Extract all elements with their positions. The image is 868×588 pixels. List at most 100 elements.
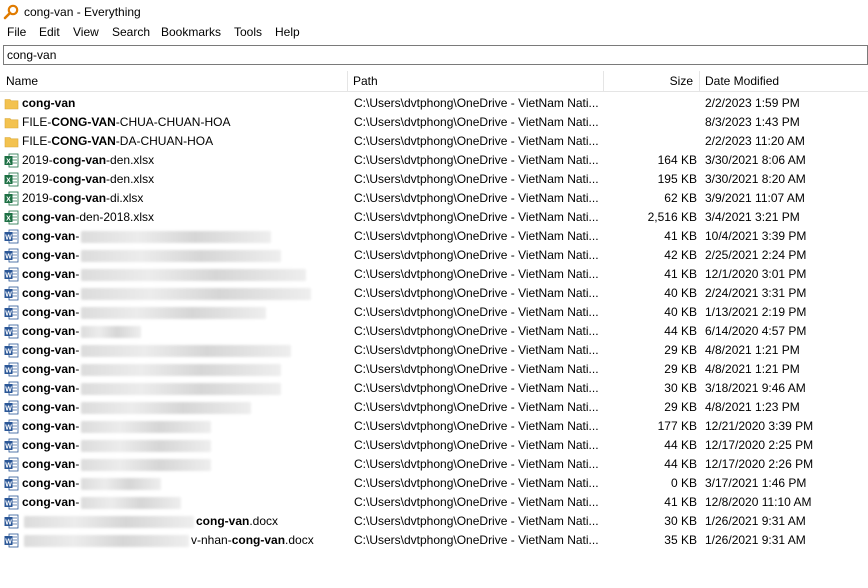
menu-bookmarks[interactable]: Bookmarks [160, 25, 222, 39]
result-row[interactable]: Wcong-van- C:\Users\dvtphong\OneDrive - V… [0, 398, 868, 417]
date-modified: 4/8/2021 1:23 PM [705, 400, 800, 414]
redacted-text [81, 439, 212, 452]
menu-search[interactable]: Search [111, 25, 151, 39]
folder-icon [4, 118, 19, 129]
svg-text:W: W [5, 538, 12, 545]
file-name-suffix: - [75, 229, 80, 243]
result-row[interactable]: Wcong-van- C:\Users\dvtphong\OneDrive - V… [0, 322, 868, 341]
result-row[interactable]: Wcong-van- C:\Users\dvtphong\OneDrive - V… [0, 417, 868, 436]
file-size: 30 KB [664, 381, 697, 395]
file-name-suffix: -DA-CHUAN-HOA [115, 134, 214, 148]
result-row[interactable]: FILE-CONG-VAN-CHUA-CHUAN-HOA C:\Users\dvt… [0, 113, 868, 132]
result-row[interactable]: Wcong-van- C:\Users\dvtphong\OneDrive - V… [0, 284, 868, 303]
result-row[interactable]: Xcong-van-den-2018.xlsx C:\Users\dvtphong… [0, 208, 868, 227]
column-size[interactable]: Size [604, 71, 693, 92]
file-path: C:\Users\dvtphong\OneDrive - VietNam Nat… [354, 210, 599, 224]
file-name-suffix: -den.xlsx [106, 172, 155, 186]
column-path[interactable]: Path [353, 71, 378, 92]
search-box[interactable] [3, 45, 868, 65]
result-row[interactable]: FILE-CONG-VAN-DA-CHUAN-HOA C:\Users\dvtph… [0, 132, 868, 151]
menu-help[interactable]: Help [274, 25, 301, 39]
file-path: C:\Users\dvtphong\OneDrive - VietNam Nat… [354, 324, 599, 338]
menu-bar: File Edit View Search Bookmarks Tools He… [0, 24, 868, 43]
menu-edit[interactable]: Edit [38, 25, 61, 39]
file-path: C:\Users\dvtphong\OneDrive - VietNam Nat… [354, 248, 599, 262]
column-divider[interactable] [699, 71, 700, 92]
file-name-prefix: 2019- [22, 153, 53, 167]
result-row[interactable]: Wcong-van.docx C:\Users\dvtphong\OneDrive… [0, 512, 868, 531]
result-row[interactable]: Wcong-van- C:\Users\dvtphong\OneDrive - V… [0, 474, 868, 493]
word-file-icon: W [4, 533, 19, 548]
file-name: cong-van- [22, 284, 347, 303]
svg-text:X: X [6, 196, 11, 203]
file-path: C:\Users\dvtphong\OneDrive - VietNam Nat… [354, 381, 599, 395]
file-name-prefix: 2019- [22, 191, 53, 205]
result-row[interactable]: Wcong-van- C:\Users\dvtphong\OneDrive - V… [0, 493, 868, 512]
result-row[interactable]: X 2019-cong-van-den.xlsx C:\Users\dvtphong… [0, 170, 868, 189]
redacted-text [81, 382, 282, 395]
file-path: C:\Users\dvtphong\OneDrive - VietNam Nat… [354, 438, 599, 452]
column-name[interactable]: Name [6, 71, 38, 92]
svg-text:W: W [5, 519, 12, 526]
word-file-icon: W [4, 324, 19, 339]
menu-view[interactable]: View [72, 25, 100, 39]
file-size: 62 KB [664, 191, 697, 205]
file-name: cong-van- [22, 379, 347, 398]
date-modified: 1/26/2021 9:31 AM [705, 533, 806, 547]
file-path: C:\Users\dvtphong\OneDrive - VietNam Nat… [354, 172, 599, 186]
folder-icon [4, 137, 19, 148]
result-row[interactable]: Wv-nhan-cong-van.docx C:\Users\dvtphong\O… [0, 531, 868, 550]
menu-file[interactable]: File [6, 25, 27, 39]
date-modified: 12/1/2020 3:01 PM [705, 267, 807, 281]
file-name-match: cong-van [196, 514, 250, 528]
result-row[interactable]: Wcong-van- C:\Users\dvtphong\OneDrive - V… [0, 455, 868, 474]
svg-text:X: X [6, 177, 11, 184]
result-row[interactable]: Wcong-van- C:\Users\dvtphong\OneDrive - V… [0, 436, 868, 455]
file-name-suffix: - [75, 457, 80, 471]
column-date-modified[interactable]: Date Modified [705, 71, 779, 92]
file-name-match: cong-van [52, 172, 107, 186]
result-row[interactable]: Wcong-van- C:\Users\dvtphong\OneDrive - V… [0, 246, 868, 265]
file-name: cong-van.docx [22, 512, 347, 531]
redacted-text [81, 325, 142, 338]
file-name-match: cong-van [22, 362, 76, 376]
file-name-suffix: - [75, 248, 80, 262]
svg-text:X: X [6, 158, 11, 165]
file-name-match: cong-van [22, 305, 76, 319]
file-name-suffix: - [75, 324, 80, 338]
word-file-icon: W [4, 267, 19, 282]
file-name-suffix: - [75, 381, 80, 395]
word-file-icon: W [4, 229, 19, 244]
date-modified: 3/4/2021 3:21 PM [705, 210, 800, 224]
result-row[interactable]: Wcong-van- C:\Users\dvtphong\OneDrive - V… [0, 303, 868, 322]
file-size: 44 KB [664, 457, 697, 471]
file-size: 30 KB [664, 514, 697, 528]
date-modified: 4/8/2021 1:21 PM [705, 362, 800, 376]
result-row[interactable]: Wcong-van- C:\Users\dvtphong\OneDrive - V… [0, 265, 868, 284]
word-file-icon: W [4, 438, 19, 453]
file-name: cong-van [22, 94, 347, 113]
result-row[interactable]: Wcong-van- C:\Users\dvtphong\OneDrive - V… [0, 227, 868, 246]
file-name-match: cong-van [22, 495, 76, 509]
file-path: C:\Users\dvtphong\OneDrive - VietNam Nat… [354, 96, 599, 110]
file-path: C:\Users\dvtphong\OneDrive - VietNam Nat… [354, 400, 599, 414]
redacted-text [24, 515, 194, 528]
file-path: C:\Users\dvtphong\OneDrive - VietNam Nat… [354, 419, 599, 433]
result-row[interactable]: Wcong-van- C:\Users\dvtphong\OneDrive - V… [0, 379, 868, 398]
date-modified: 3/30/2021 8:06 AM [705, 153, 806, 167]
result-row[interactable]: X 2019-cong-van-di.xlsx C:\Users\dvtphong\… [0, 189, 868, 208]
result-row[interactable]: Wcong-van- C:\Users\dvtphong\OneDrive - V… [0, 341, 868, 360]
column-divider[interactable] [347, 71, 348, 92]
file-name-suffix: - [75, 267, 80, 281]
file-name-match: cong-van [22, 476, 76, 490]
result-row[interactable]: cong-van C:\Users\dvtphong\OneDrive - Vie… [0, 94, 868, 113]
search-input[interactable] [4, 46, 867, 64]
svg-text:W: W [5, 291, 12, 298]
file-name-match: CONG-VAN [51, 115, 116, 129]
file-name: cong-van- [22, 322, 347, 341]
result-row[interactable]: X 2019-cong-van-den.xlsx C:\Users\dvtphong… [0, 151, 868, 170]
file-path: C:\Users\dvtphong\OneDrive - VietNam Nat… [354, 305, 599, 319]
result-row[interactable]: Wcong-van- C:\Users\dvtphong\OneDrive - V… [0, 360, 868, 379]
menu-tools[interactable]: Tools [233, 25, 263, 39]
file-name-prefix: v-nhan- [191, 533, 232, 547]
